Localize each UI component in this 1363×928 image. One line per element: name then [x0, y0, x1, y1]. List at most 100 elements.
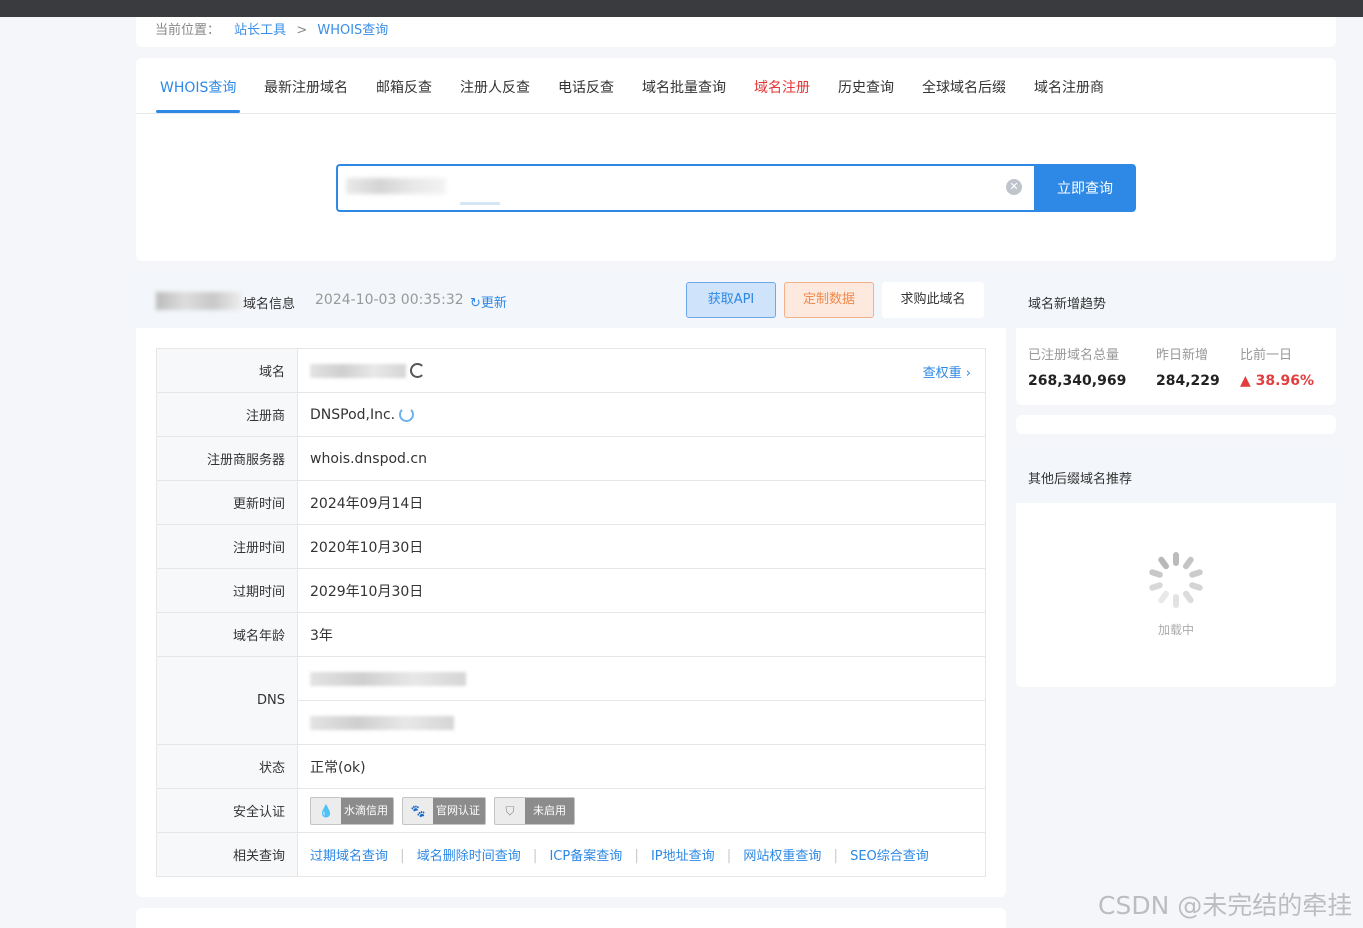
search-box: ✕ 立即查询	[336, 164, 1136, 212]
compare-value: 38.96%	[1255, 373, 1314, 389]
loading-spinner-icon	[399, 407, 415, 422]
link-ip[interactable]: IP地址查询	[651, 849, 715, 864]
link-expired-domains[interactable]: 过期域名查询	[310, 849, 388, 864]
active-tab-indicator	[156, 110, 240, 113]
blurred-domain-name	[156, 292, 242, 310]
table-row: 相关查询 过期域名查询 | 域名删除时间查询 | ICP备案查询 | IP地址查询 | 网站权重…	[156, 832, 986, 877]
table-row: 域名 查权重 ›	[156, 348, 986, 393]
tab-domain-register[interactable]: 域名注册	[754, 77, 810, 97]
domain-search-input[interactable]: ✕	[336, 164, 1034, 212]
row-value: DNSPod,Inc.	[297, 392, 986, 437]
created-date-value: 2020年10月30日	[297, 524, 986, 569]
search-button[interactable]: 立即查询	[1034, 164, 1136, 212]
tab-registrars[interactable]: 域名注册商	[1034, 77, 1104, 97]
breadcrumb-link-whois[interactable]: WHOIS查询	[317, 19, 388, 38]
domain-value: 查权重 ›	[297, 348, 986, 393]
refresh-label: 更新	[480, 296, 507, 311]
new-label: 昨日新增	[1156, 348, 1209, 363]
buy-domain-button[interactable]: 求购此域名	[882, 282, 984, 318]
divider: |	[532, 848, 538, 864]
tab-registrant-reverse[interactable]: 注册人反查	[460, 77, 530, 97]
new-value: 284,229	[1156, 373, 1220, 389]
table-row: DNS	[156, 656, 986, 745]
blurred-domain-text	[346, 178, 446, 194]
table-row: 注册时间 2020年10月30日	[156, 524, 986, 569]
table-row: 过期时间 2029年10月30日	[156, 568, 986, 613]
divider: |	[400, 848, 405, 864]
updated-date-value: 2024年09月14日	[297, 480, 986, 525]
row-key: 状态	[156, 744, 298, 789]
blurred-dns-1	[310, 671, 466, 686]
spacer-card	[1016, 415, 1336, 434]
loading-text: 加载中	[1157, 623, 1194, 637]
badge-water-credit[interactable]: 💧 水滴信用	[310, 796, 394, 825]
recommend-title: 其他后缀域名推荐	[1028, 472, 1133, 487]
breadcrumb-card: 当前位置： 站长工具 > WHOIS查询	[136, 17, 1336, 47]
clear-circle-icon[interactable]: ✕	[1006, 179, 1022, 195]
blurred-domain-value	[310, 363, 406, 378]
dns-value-2	[297, 700, 986, 745]
breadcrumb-prefix: 当前位置：	[155, 23, 221, 38]
ssl-shield-icon: ⛉	[495, 797, 525, 824]
tab-history[interactable]: 历史查询	[838, 77, 894, 97]
tab-phone-reverse[interactable]: 电话反查	[558, 77, 614, 97]
info-title: 域名信息	[243, 297, 296, 312]
status-value: 正常(ok)	[297, 744, 986, 789]
info-header: 域名信息 2024-10-03 00:35:32 ↻更新 获取API 定制数据 …	[136, 272, 1006, 328]
badge-official-verify[interactable]: 🐾 官网认证	[402, 796, 486, 825]
related-links: 过期域名查询 | 域名删除时间查询 | ICP备案查询 | IP地址查询 | 网站权重查询 | SE…	[297, 832, 986, 877]
paw-icon: 🐾	[403, 797, 433, 824]
custom-data-button[interactable]: 定制数据	[784, 282, 874, 318]
row-key: DNS	[156, 656, 298, 745]
recommend-header: 其他后缀域名推荐	[1016, 446, 1336, 503]
compare-label: 比前一日	[1240, 348, 1293, 363]
tab-batch-query[interactable]: 域名批量查询	[642, 77, 726, 97]
link-icp[interactable]: ICP备案查询	[549, 849, 622, 864]
row-key: 注册商	[156, 392, 298, 437]
link-seo[interactable]: SEO综合查询	[850, 849, 929, 864]
total-label: 已注册域名总量	[1028, 348, 1120, 363]
domain-age-value: 3年	[297, 612, 986, 657]
table-row: 安全认证 💧 水滴信用 🐾 官网认证 ⛉ 未启用	[156, 788, 986, 833]
domain-trend-card: 域名新增趋势 已注册域名总量 昨日新增 比前一日 268,340,969 284…	[1016, 272, 1336, 405]
link-delete-time[interactable]: 域名删除时间查询	[417, 849, 521, 864]
row-key: 更新时间	[156, 480, 298, 525]
refresh-icon: ↻	[470, 296, 481, 311]
expire-date-value: 2029年10月30日	[297, 568, 986, 613]
table-row: 注册商 DNSPod,Inc.	[156, 392, 986, 437]
tab-email-reverse[interactable]: 邮箱反查	[376, 77, 432, 97]
csdn-watermark: CSDN @未完结的牵挂	[1098, 891, 1353, 920]
tab-whois[interactable]: WHOIS查询	[160, 77, 236, 97]
row-key: 相关查询	[156, 832, 298, 877]
table-row: 注册商服务器 whois.dnspod.cn	[156, 436, 986, 481]
divider: |	[634, 848, 639, 864]
registrar-server-value: whois.dnspod.cn	[297, 436, 986, 481]
row-key: 域名年龄	[156, 612, 298, 657]
tab-bar: WHOIS查询 最新注册域名 邮箱反查 注册人反查 电话反查 域名批量查询 域名…	[136, 58, 1336, 114]
security-badges: 💧 水滴信用 🐾 官网认证 ⛉ 未启用	[297, 788, 986, 833]
table-row: 更新时间 2024年09月14日	[156, 480, 986, 525]
breadcrumb-separator: >	[296, 23, 308, 38]
badge-label: 水滴信用	[344, 803, 388, 817]
row-key: 过期时间	[156, 568, 298, 613]
badge-label: 官网认证	[436, 803, 480, 817]
row-key: 注册商服务器	[156, 436, 298, 481]
update-timestamp: 2024-10-03 00:35:32	[315, 292, 464, 308]
input-cursor-mark	[460, 202, 500, 205]
get-api-button[interactable]: 获取API	[686, 282, 776, 318]
refresh-button[interactable]: ↻更新	[470, 292, 507, 311]
row-key: 注册时间	[156, 524, 298, 569]
tab-new-domains[interactable]: 最新注册域名	[264, 77, 348, 97]
registrar-value: DNSPod,Inc.	[310, 406, 396, 423]
link-site-weight[interactable]: 网站权重查询	[743, 849, 821, 864]
tab-global-suffix[interactable]: 全球域名后缀	[922, 77, 1006, 97]
check-weight-link[interactable]: 查权重 ›	[923, 362, 971, 381]
breadcrumb-link-tools[interactable]: 站长工具	[234, 19, 286, 38]
browser-top-bar	[0, 0, 1363, 17]
breadcrumb: 当前位置： 站长工具 > WHOIS查询	[155, 19, 388, 38]
badge-ssl[interactable]: ⛉ 未启用	[494, 796, 575, 825]
dns-value-1	[297, 656, 986, 701]
arrow-up-icon: ▲	[1240, 373, 1251, 389]
check-weight-label: 查权重	[922, 366, 962, 381]
trend-title: 域名新增趋势	[1028, 297, 1107, 312]
